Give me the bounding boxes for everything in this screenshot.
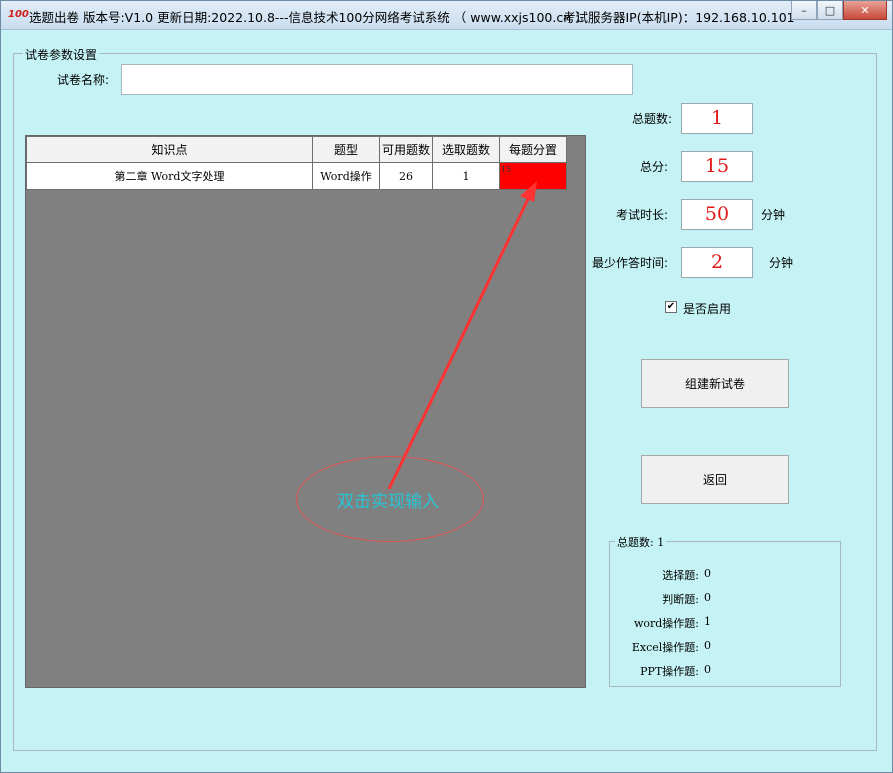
enable-checkbox[interactable]: ✔ — [665, 301, 677, 313]
summary-word-value: 1 — [704, 615, 711, 628]
summary-choice-value: 0 — [704, 567, 711, 580]
paper-name-label: 试卷名称: — [57, 73, 110, 87]
window-controls: – □ ✕ — [791, 1, 887, 20]
paper-name-input[interactable] — [121, 64, 633, 95]
summary-choice-label: 选择题: — [662, 569, 699, 582]
col-header-topic[interactable]: 知识点 — [26, 136, 313, 163]
minimize-button[interactable]: – — [791, 1, 817, 20]
window-title: 选题出卷 版本号:V1.0 更新日期:2022.10.8---信息技术100分网… — [29, 10, 588, 25]
summary-excel-value: 0 — [704, 639, 711, 652]
summary-judge-label: 判断题: — [662, 593, 699, 606]
summary-ppt-label: PPT操作题: — [640, 665, 699, 678]
summary-ppt-value: 0 — [704, 663, 711, 676]
cell-topic[interactable]: 第二章 Word文字处理 — [26, 162, 313, 190]
server-ip-label: 考试服务器IP(本机IP)：192.168.10.101 — [563, 10, 795, 25]
total-questions-label: 总题数: — [632, 112, 673, 126]
close-button[interactable]: ✕ — [843, 1, 887, 20]
duration-field[interactable]: 50 — [681, 199, 753, 230]
cell-score-editable[interactable]: 15 — [499, 162, 567, 190]
summary-legend: 总题数: 1 — [615, 534, 667, 550]
cell-available[interactable]: 26 — [379, 162, 433, 190]
enable-label[interactable]: 是否启用 — [683, 300, 731, 317]
app-logo-icon: 100 — [8, 9, 29, 20]
back-button[interactable]: 返回 — [641, 455, 789, 504]
col-header-type[interactable]: 题型 — [312, 136, 380, 163]
summary-word-label: word操作题: — [633, 617, 699, 630]
total-questions-field[interactable]: 1 — [681, 103, 753, 134]
question-grid[interactable]: 知识点 题型 可用题数 选取题数 每题分置 第二章 Word文字处理 Word操… — [25, 135, 586, 688]
annotation-text: 双击实现输入 — [337, 492, 439, 512]
col-header-score[interactable]: 每题分置 — [499, 136, 567, 163]
params-group-legend: 试卷参数设置 — [23, 46, 100, 63]
cell-type[interactable]: Word操作 — [312, 162, 380, 190]
total-score-label: 总分: — [640, 160, 669, 174]
min-time-label: 最少作答时间: — [592, 256, 669, 270]
maximize-button[interactable]: □ — [817, 1, 843, 20]
min-time-unit: 分钟 — [769, 256, 794, 270]
title-bar: 100 选题出卷 版本号:V1.0 更新日期:2022.10.8---信息技术1… — [1, 1, 892, 30]
total-score-field[interactable]: 15 — [681, 151, 753, 182]
duration-unit: 分钟 — [761, 208, 786, 222]
main-window: 100 选题出卷 版本号:V1.0 更新日期:2022.10.8---信息技术1… — [0, 0, 893, 773]
duration-label: 考试时长: — [616, 208, 669, 222]
cell-selected[interactable]: 1 — [432, 162, 500, 190]
build-paper-button[interactable]: 组建新试卷 — [641, 359, 789, 408]
grid-table: 知识点 题型 可用题数 选取题数 每题分置 第二章 Word文字处理 Word操… — [26, 136, 567, 190]
col-header-available[interactable]: 可用题数 — [379, 136, 433, 163]
summary-excel-label: Excel操作题: — [631, 641, 699, 654]
table-row[interactable]: 第二章 Word文字处理 Word操作 26 1 15 — [26, 162, 567, 190]
min-time-field[interactable]: 2 — [681, 247, 753, 278]
summary-judge-value: 0 — [704, 591, 711, 604]
col-header-selected[interactable]: 选取题数 — [432, 136, 500, 163]
